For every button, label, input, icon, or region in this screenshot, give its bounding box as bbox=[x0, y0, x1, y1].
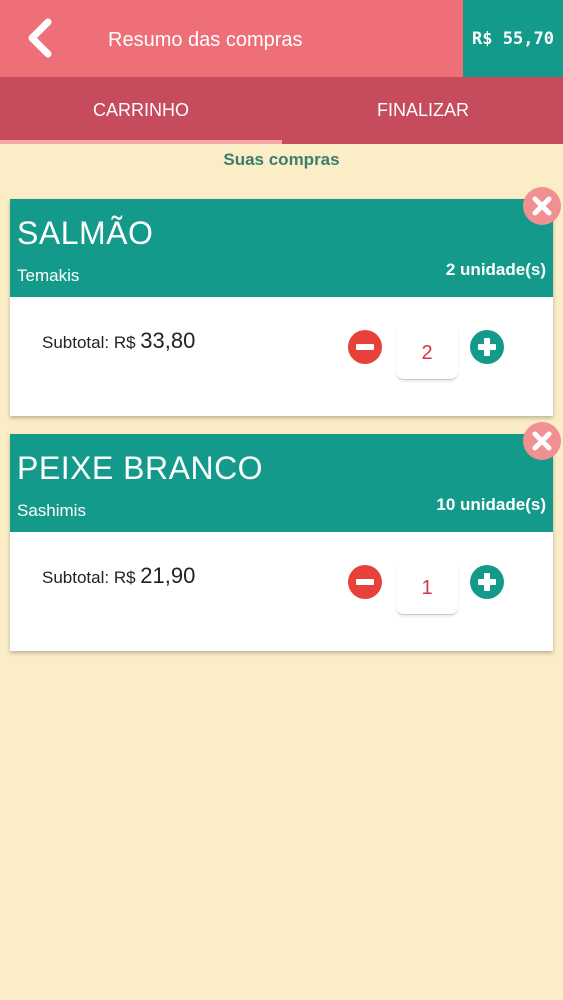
close-circle-icon bbox=[523, 187, 561, 225]
minus-circle-icon bbox=[348, 565, 382, 599]
tab-finalizar[interactable]: FINALIZAR bbox=[282, 77, 563, 144]
app-header: Resumo das compras R$ 55,70 bbox=[0, 0, 563, 77]
cart-item-card: PEIXE BRANCO Sashimis 10 unidade(s) Subt… bbox=[10, 422, 561, 651]
subtotal-label: Subtotal: R$ bbox=[42, 333, 136, 352]
plus-circle-icon bbox=[470, 330, 504, 364]
product-name: SALMÃO bbox=[17, 215, 154, 251]
subtotal: Subtotal: R$ 21,90 bbox=[42, 564, 195, 590]
remove-item-button[interactable] bbox=[522, 421, 562, 461]
product-category: Temakis bbox=[17, 266, 80, 285]
back-button[interactable] bbox=[22, 18, 56, 58]
increase-quantity-button[interactable] bbox=[470, 565, 504, 599]
remove-item-button[interactable] bbox=[522, 186, 562, 226]
product-units: 2 unidade(s) bbox=[445, 260, 546, 279]
subtotal-value: 21,90 bbox=[140, 563, 196, 588]
subtotal: Subtotal: R$ 33,80 bbox=[42, 329, 195, 355]
page-title: Resumo das compras bbox=[108, 29, 303, 51]
cart-item-header: SALMÃO Temakis 2 unidade(s) bbox=[10, 199, 553, 297]
minus-circle-icon bbox=[348, 330, 382, 364]
subtotal-value: 33,80 bbox=[140, 328, 196, 353]
close-circle-icon bbox=[523, 422, 561, 460]
tab-carrinho[interactable]: CARRINHO bbox=[0, 77, 282, 144]
decrease-quantity-button[interactable] bbox=[348, 565, 382, 599]
subtotal-label: Subtotal: R$ bbox=[42, 568, 136, 587]
section-title: Suas compras bbox=[223, 150, 340, 169]
product-units: 10 unidade(s) bbox=[436, 495, 546, 514]
plus-circle-icon bbox=[470, 565, 504, 599]
product-name: PEIXE BRANCO bbox=[17, 450, 264, 486]
cart-item-card: SALMÃO Temakis 2 unidade(s) Subtotal: R$… bbox=[10, 187, 561, 416]
quantity-input[interactable]: 1 bbox=[396, 562, 458, 615]
active-tab-indicator bbox=[0, 140, 282, 144]
tab-bar: CARRINHO FINALIZAR bbox=[0, 77, 563, 144]
decrease-quantity-button[interactable] bbox=[348, 330, 382, 364]
chevron-left-icon bbox=[28, 18, 52, 58]
cart-item-header: PEIXE BRANCO Sashimis 10 unidade(s) bbox=[10, 434, 553, 532]
cart-total: R$ 55,70 bbox=[463, 0, 563, 77]
quantity-input[interactable]: 2 bbox=[396, 327, 458, 380]
increase-quantity-button[interactable] bbox=[470, 330, 504, 364]
product-category: Sashimis bbox=[17, 501, 86, 520]
